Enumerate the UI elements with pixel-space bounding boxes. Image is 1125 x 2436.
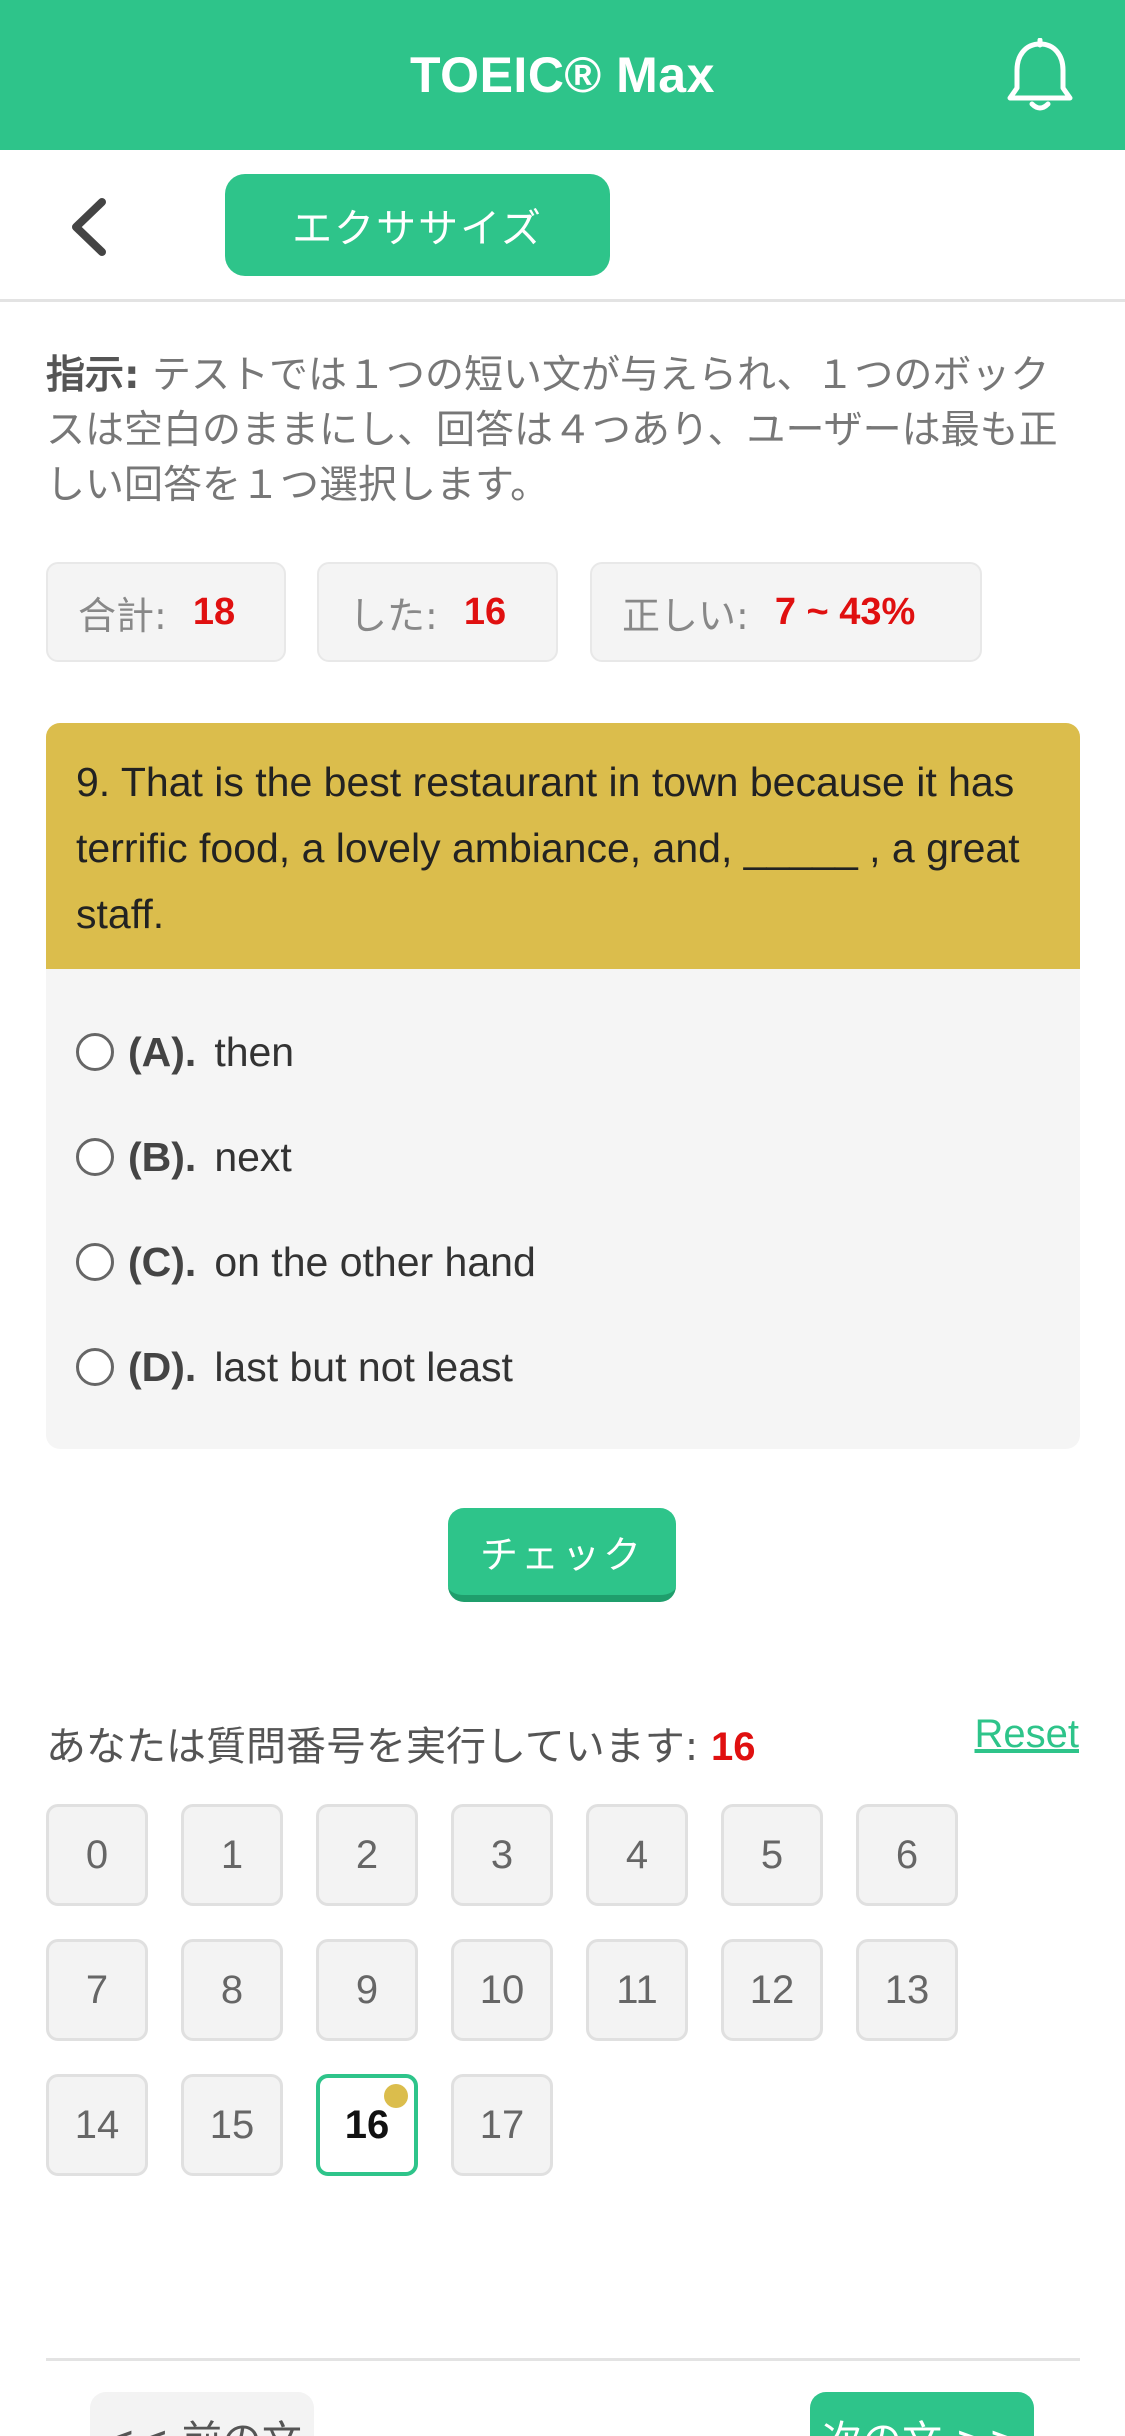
stat-correct-label: 正しい: (622, 593, 749, 638)
question-number-button[interactable]: 5 (721, 1804, 823, 1906)
question-number-button[interactable]: 13 (856, 1939, 958, 2041)
question-number-button[interactable]: 10 (451, 1939, 553, 2041)
check-button[interactable]: チェック (448, 1508, 676, 1602)
previous-sentence-button[interactable]: << 前の文 (90, 2392, 314, 2436)
page: TOEIC® Max エクササイズ 指示: テストでは１つの短い文が与えられ、１… (0, 0, 1125, 2436)
stat-correct: 正しい: 7 ~ 43% (590, 562, 982, 662)
stat-correct-value: 7 ~ 43% (774, 590, 916, 633)
instructions: 指示: テストでは１つの短い文が与えられ、１つのボックスは空白のままにし、回答は… (46, 348, 1076, 513)
stat-total-label: 合計: (78, 593, 167, 638)
question-number-button[interactable]: 8 (181, 1939, 283, 2041)
reset-link[interactable]: Reset (975, 1712, 1080, 1757)
option-b[interactable]: (B). next (76, 1122, 1036, 1192)
next-sentence-button[interactable]: 次の文 >> (810, 2392, 1034, 2436)
question-number-button[interactable]: 11 (586, 1939, 688, 2041)
footer-divider (46, 2358, 1080, 2361)
radio-button[interactable] (76, 1138, 114, 1176)
option-c[interactable]: (C). on the other hand (76, 1227, 1036, 1297)
stat-total: 合計: 18 (46, 562, 286, 662)
stat-done: した: 16 (317, 562, 558, 662)
chevron-left-icon[interactable] (62, 192, 122, 262)
tab-exercise[interactable]: エクササイズ (225, 174, 610, 276)
option-text: next (214, 1133, 292, 1180)
running-label: あなたは質問番号を実行しています: (46, 1724, 711, 1770)
radio-button[interactable] (76, 1033, 114, 1071)
question-number-button[interactable]: 2 (316, 1804, 418, 1906)
option-d[interactable]: (D). last but not least (76, 1332, 1036, 1402)
question-number-button[interactable]: 4 (586, 1804, 688, 1906)
question-number-button[interactable]: 15 (181, 2074, 283, 2176)
question-number-button[interactable]: 1 (181, 1804, 283, 1906)
question-number-button[interactable]: 6 (856, 1804, 958, 1906)
option-text: last but not least (214, 1343, 513, 1390)
bell-icon[interactable] (1005, 38, 1075, 114)
question-text: 9. That is the best restaurant in town b… (46, 723, 1080, 969)
question-number-button-current[interactable]: 16 (316, 2074, 418, 2176)
question-number-button[interactable]: 7 (46, 1939, 148, 2041)
stat-total-value: 18 (192, 590, 236, 633)
option-letter: (A). (128, 1028, 197, 1075)
app-header: TOEIC® Max (0, 0, 1125, 150)
running-question: あなたは質問番号を実行しています: 16 (46, 1714, 756, 1772)
option-letter: (B). (128, 1133, 197, 1180)
current-question-number: 16 (711, 1725, 756, 1769)
option-text: then (214, 1028, 295, 1075)
question-number-button[interactable]: 3 (451, 1804, 553, 1906)
option-text: on the other hand (214, 1238, 536, 1285)
question-number-button[interactable]: 9 (316, 1939, 418, 2041)
question-number-button[interactable]: 0 (46, 1804, 148, 1906)
option-a[interactable]: (A). then (76, 1017, 1036, 1087)
stat-done-label: した: (349, 593, 438, 638)
radio-button[interactable] (76, 1243, 114, 1281)
instructions-text: テストでは１つの短い文が与えられ、１つのボックスは空白のままにし、回答は４つあり… (46, 353, 1058, 508)
sub-navigation: エクササイズ (0, 150, 1125, 302)
option-letter: (D). (128, 1343, 197, 1390)
answer-options: (A). then (B). next (C). on the other ha… (46, 969, 1080, 1449)
option-letter: (C). (128, 1238, 197, 1285)
stat-done-value: 16 (463, 590, 507, 633)
app-title: TOEIC® Max (410, 47, 715, 103)
question-number-button[interactable]: 14 (46, 2074, 148, 2176)
instructions-label: 指示: (46, 353, 140, 398)
question-number-button[interactable]: 12 (721, 1939, 823, 2041)
question-number-label: 16 (344, 2102, 390, 2147)
current-dot-indicator (384, 2084, 408, 2108)
question-number-button[interactable]: 17 (451, 2074, 553, 2176)
radio-button[interactable] (76, 1348, 114, 1386)
